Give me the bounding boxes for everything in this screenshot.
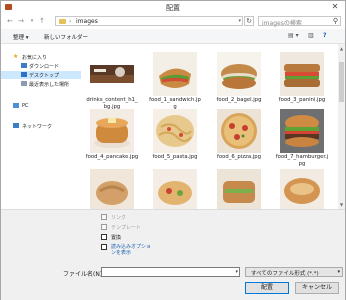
file-thumbnail [90, 109, 134, 153]
computer-icon [13, 103, 19, 108]
filename-input[interactable]: ▾ [101, 267, 240, 277]
nav-favorites[interactable]: ★ お気に入り [1, 53, 81, 61]
folder-icon [59, 19, 66, 24]
file-thumbnail [153, 169, 197, 209]
file-item-sandwich[interactable]: food_1_sandwich.jpg [148, 52, 202, 112]
file-item-row3-2[interactable] [148, 169, 202, 209]
recent-places-icon [21, 81, 27, 86]
show-import-options-label: 読み込みオプションを表示 [111, 244, 152, 256]
back-icon[interactable]: ← [6, 17, 14, 25]
file-thumbnail [153, 52, 197, 96]
search-input[interactable]: imagesの検索 ⚲ [258, 16, 341, 27]
file-thumbnail [280, 52, 324, 96]
file-thumbnail [153, 109, 197, 153]
nav-desktop[interactable]: デスクトップ [1, 71, 81, 79]
nav-pc[interactable]: PC [1, 102, 81, 110]
file-item-pancake[interactable]: food_4_pancake.jpg [85, 109, 139, 169]
organize-button[interactable]: 整理 ▾ [13, 33, 29, 41]
download-folder-icon [21, 63, 27, 68]
place-button[interactable]: 配置 [245, 282, 289, 294]
file-item-row3-4[interactable] [275, 169, 329, 209]
file-thumbnail [90, 169, 134, 209]
breadcrumb-folder[interactable]: images [76, 18, 98, 25]
file-thumbnail [280, 109, 324, 153]
forward-icon[interactable]: → [17, 17, 25, 25]
file-item-row3-3[interactable] [212, 169, 266, 209]
breadcrumb-separator: › [69, 18, 72, 25]
show-import-options-checkbox[interactable] [101, 244, 107, 250]
scroll-up-icon[interactable]: ▲ [338, 46, 345, 51]
up-icon[interactable]: ↑ [38, 17, 46, 25]
vertical-scrollbar[interactable]: ▲ ▼ [338, 44, 345, 209]
view-options-icon[interactable]: ▤ ▾ [288, 32, 299, 39]
chevron-down-icon[interactable]: ▾ [238, 18, 241, 24]
file-item-panini[interactable]: food_3_panini.jpg [275, 52, 329, 112]
nav-downloads[interactable]: ダウンロード [1, 62, 81, 70]
link-checkbox-label: リンク [111, 215, 127, 221]
file-type-value: すべてのファイル形式 (*.*) [251, 271, 319, 277]
filename-label: ファイル名(N): [63, 271, 105, 278]
close-icon[interactable]: ✕ [331, 3, 339, 11]
desktop-icon [21, 72, 27, 77]
nav-recent-places[interactable]: 最近表示した場所 [1, 80, 81, 88]
command-bar: 整理 ▾ 新しいフォルダー ▤ ▾ ▥ ? [1, 29, 345, 44]
link-checkbox[interactable] [101, 214, 107, 220]
file-list: drinks_content_h1_bg.jpg food_1_sandwich… [81, 44, 338, 209]
file-thumbnail [280, 169, 324, 209]
replace-checkbox-label: 置換 [111, 235, 122, 241]
replace-checkbox[interactable] [101, 234, 107, 240]
refresh-icon[interactable]: ↻ [244, 16, 254, 26]
file-type-select[interactable]: すべてのファイル形式 (*.*) ▾ [245, 267, 343, 277]
chevron-down-icon[interactable]: ▾ [235, 269, 238, 275]
chevron-down-icon[interactable]: ▾ [337, 269, 340, 275]
scroll-down-icon[interactable]: ▼ [338, 202, 345, 207]
search-icon[interactable]: ⚲ [333, 17, 338, 25]
title-bar: 配置 ✕ [1, 1, 345, 13]
preview-pane-icon[interactable]: ▥ [308, 32, 314, 39]
breadcrumb[interactable]: › images ▾ [55, 16, 243, 26]
file-item-hamburger[interactable]: food_7_hamburger.jpg [275, 109, 329, 169]
file-item-row3-1[interactable] [85, 169, 139, 209]
scroll-thumb[interactable] [339, 62, 344, 102]
file-item-pizza[interactable]: food_6_pizza.jpg [212, 109, 266, 169]
help-icon[interactable]: ? [323, 32, 326, 39]
cancel-button[interactable]: キャンセル [295, 282, 339, 294]
nav-network[interactable]: ネットワーク [1, 122, 81, 130]
new-folder-button[interactable]: 新しいフォルダー [44, 33, 88, 41]
file-thumbnail [217, 52, 261, 96]
network-icon [13, 123, 19, 128]
address-bar: ← → ▾ ↑ › images ▾ ↻ imagesの検索 ⚲ [1, 13, 345, 29]
template-checkbox-label: テンプレート [111, 225, 141, 231]
navigation-pane: ★ お気に入り ダウンロード デスクトップ 最近表示した場所 PC ネットワーク [1, 44, 81, 209]
file-item-bagel[interactable]: food_2_bagel.jpg [212, 52, 266, 112]
file-item-drinks-bg[interactable]: drinks_content_h1_bg.jpg [85, 52, 139, 112]
options-area: リンク テンプレート 置換 読み込みオプションを表示 ファイル名(N): ▾ す… [1, 209, 345, 300]
search-placeholder: imagesの検索 [262, 20, 302, 27]
dialog-title: 配置 [166, 4, 180, 12]
file-item-pasta[interactable]: food_5_pasta.jpg [148, 109, 202, 169]
place-dialog: 配置 ✕ ← → ▾ ↑ › images ▾ ↻ imagesの検索 ⚲ 整理… [0, 0, 346, 300]
recent-locations-icon[interactable]: ▾ [28, 17, 36, 25]
template-checkbox[interactable] [101, 224, 107, 230]
file-thumbnail [90, 65, 134, 83]
file-thumbnail [217, 169, 261, 209]
file-thumbnail [217, 109, 261, 153]
star-icon: ★ [13, 53, 19, 60]
